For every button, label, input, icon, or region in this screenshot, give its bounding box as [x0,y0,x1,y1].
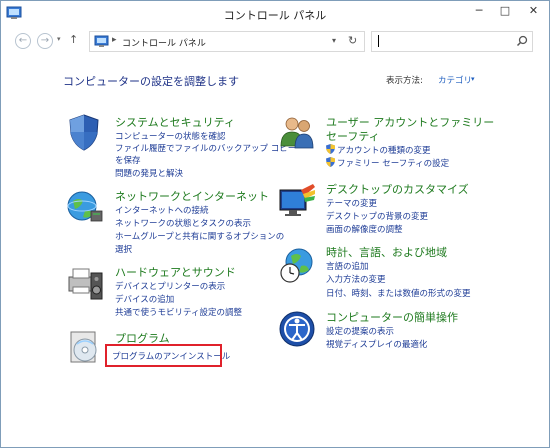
link-change-input-method[interactable]: 入力方法の変更 [326,273,386,285]
control-panel-window: コントロール パネル ─ □ ✕ ← → ▾ ↑ ▸ コントロール パネル ▾ … [0,0,550,448]
link-date-time-format[interactable]: 日付、時刻、または数値の形式の変更 [326,287,471,299]
link-homegroup-options[interactable]: ホームグループと共有に関するオプションの [115,230,284,242]
up-button[interactable]: ↑ [69,33,78,46]
network-globe-icon[interactable] [65,187,105,227]
address-bar[interactable]: ▸ コントロール パネル ▾ ↻ [89,31,365,52]
title-bar: コントロール パネル ─ □ ✕ [1,1,549,27]
category-system-security[interactable]: システムとセキュリティ [115,114,235,130]
link-add-device[interactable]: デバイスの追加 [115,293,174,305]
link-network-status[interactable]: ネットワークの状態とタスクの表示 [115,217,251,229]
search-icon[interactable] [516,35,528,47]
programs-cd-icon[interactable] [65,328,105,368]
recent-locations-icon[interactable]: ▾ [57,35,61,43]
link-family-safety-label[interactable]: ファミリー セーフティの設定 [337,159,449,169]
link-troubleshoot[interactable]: 問題の発見と解決 [115,167,183,179]
clock-globe-icon[interactable] [277,246,317,286]
link-change-theme[interactable]: テーマの変更 [326,197,377,209]
link-file-history-backup-cont[interactable]: を保存 [115,154,141,166]
navigation-bar: ← → ▾ ↑ ▸ コントロール パネル ▾ ↻ [1,27,549,55]
search-box[interactable] [371,31,533,52]
view-by-label: 表示方法: [386,76,423,86]
refresh-icon[interactable]: ↻ [348,34,357,47]
category-hardware-sound[interactable]: ハードウェアとサウンド [115,264,236,280]
category-clock-language-region[interactable]: 時計、言語、および地域 [326,244,447,260]
link-change-background[interactable]: デスクトップの背景の変更 [326,210,428,222]
chevron-down-icon[interactable]: ▾ [471,75,475,83]
category-user-accounts-line2[interactable]: セーフティ [326,128,380,144]
link-add-language[interactable]: 言語の追加 [326,260,369,272]
control-panel-icon [94,35,109,47]
highlight-box [105,344,222,367]
minimize-button[interactable]: ─ [466,1,492,21]
page-title: コンピューターの設定を調整します [63,75,239,88]
link-devices-printers[interactable]: デバイスとプリンターの表示 [115,280,225,292]
category-ease-of-access[interactable]: コンピューターの簡単操作 [326,309,458,325]
back-button[interactable]: ← [15,33,31,49]
link-family-safety[interactable]: ファミリー セーフティの設定 [326,157,449,169]
link-file-history-backup[interactable]: ファイル履歴でファイルのバックアップ コピー [115,142,296,154]
address-dropdown-icon[interactable]: ▾ [332,36,336,45]
security-shield-icon[interactable] [64,112,104,152]
forward-button[interactable]: → [37,33,53,49]
link-homegroup-options-cont[interactable]: 選択 [115,243,132,255]
maximize-button[interactable]: □ [492,1,518,21]
desktop-personalize-icon[interactable] [277,182,317,222]
link-settings-suggestions[interactable]: 設定の提案の表示 [326,325,394,337]
link-mobility-settings[interactable]: 共通で使うモビリティ設定の調整 [115,306,242,318]
category-appearance[interactable]: デスクトップのカスタマイズ [326,181,469,197]
link-screen-resolution[interactable]: 画面の解像度の調整 [326,223,403,235]
category-network-internet[interactable]: ネットワークとインターネット [115,188,269,204]
uac-shield-icon [326,144,335,154]
link-change-account-type-label[interactable]: アカウントの種類の変更 [337,146,431,156]
close-button[interactable]: ✕ [518,1,549,21]
link-change-account-type[interactable]: アカウントの種類の変更 [326,144,431,156]
link-connect-internet[interactable]: インターネットへの接続 [115,204,209,216]
user-accounts-icon[interactable] [277,112,317,152]
printer-speaker-icon[interactable] [65,263,105,303]
breadcrumb-chevron-icon[interactable]: ▸ [112,35,117,45]
link-optimize-visual-display[interactable]: 視覚ディスプレイの最適化 [326,338,427,350]
ease-of-access-icon[interactable] [277,309,317,349]
view-by-dropdown[interactable]: カテゴリ [438,74,472,86]
uac-shield-icon [326,157,335,167]
search-input[interactable] [375,34,511,49]
link-check-computer-status[interactable]: コンピューターの状態を確認 [115,130,226,142]
breadcrumb[interactable]: コントロール パネル [122,36,206,49]
